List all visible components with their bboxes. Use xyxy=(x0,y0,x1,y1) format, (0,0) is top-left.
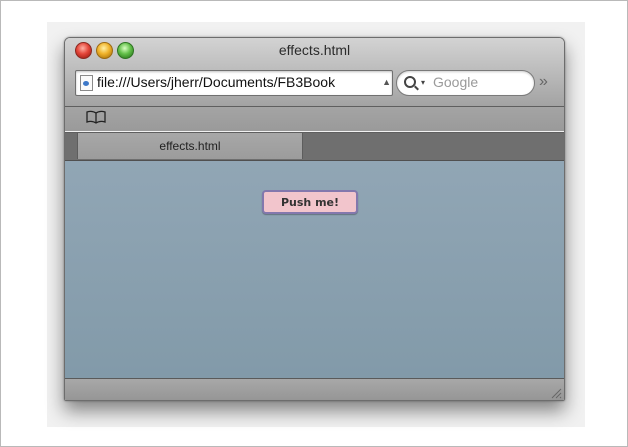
address-input[interactable]: file:///Users/jherr/Documents/FB3Book xyxy=(97,74,383,90)
chevron-down-icon[interactable]: ▾ xyxy=(421,78,425,87)
search-input[interactable]: Google xyxy=(433,74,478,90)
status-bar xyxy=(65,378,564,400)
url-dropdown-icon[interactable]: ▲ xyxy=(382,77,391,87)
resize-grip-icon[interactable] xyxy=(549,386,562,399)
bookmarks-icon[interactable] xyxy=(86,110,106,124)
tab-bar: effects.html xyxy=(65,132,564,161)
browser-window: effects.html file:///Users/jherr/Documen… xyxy=(64,37,565,401)
page-content: Push me! xyxy=(65,161,564,378)
tab-effects[interactable]: effects.html xyxy=(77,133,303,159)
address-bar[interactable]: file:///Users/jherr/Documents/FB3Book ▲ xyxy=(75,70,393,96)
search-field[interactable]: ▾ Google xyxy=(396,70,535,96)
bookmarks-bar xyxy=(65,107,564,131)
page-icon xyxy=(80,75,93,91)
window-title: effects.html xyxy=(278,42,351,58)
titlebar: effects.html file:///Users/jherr/Documen… xyxy=(65,38,564,107)
toolbar-overflow-button[interactable]: » xyxy=(539,73,548,91)
push-me-button[interactable]: Push me! xyxy=(262,190,358,214)
tab-label: effects.html xyxy=(159,139,221,153)
search-icon[interactable] xyxy=(404,76,416,88)
